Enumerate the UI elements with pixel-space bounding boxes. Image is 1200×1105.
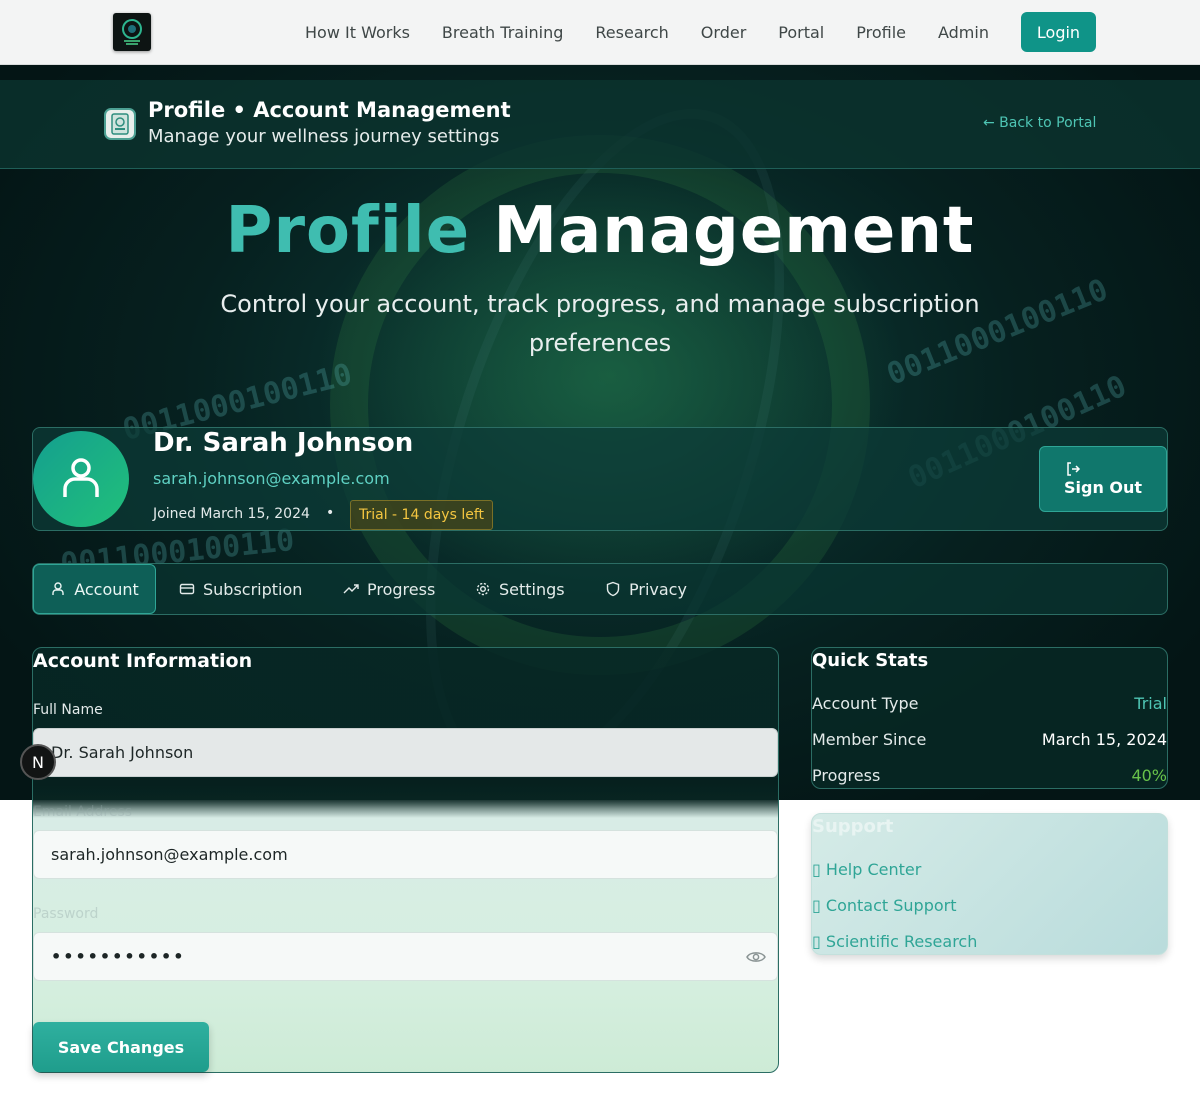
quick-stats-title: Quick Stats	[812, 650, 929, 671]
tab-subscription[interactable]: Subscription	[179, 564, 302, 614]
stat-label: Account Type	[812, 694, 919, 713]
sign-out-button[interactable]: Sign Out	[1039, 446, 1167, 512]
show-password-eye-icon[interactable]	[746, 948, 766, 970]
hero-title-accent: Profile	[225, 194, 471, 268]
stat-value: March 15, 2024	[1041, 730, 1167, 749]
password-label: Password	[33, 906, 99, 922]
support-link-contact-support[interactable]: ▯ Contact Support	[812, 896, 957, 915]
hero-title-rest: Management	[493, 194, 975, 268]
trending-up-icon	[343, 584, 359, 594]
save-changes-button[interactable]: Save Changes	[33, 1022, 209, 1072]
tab-progress[interactable]: Progress	[343, 564, 435, 614]
stat-row-member-since: Member Since March 15, 2024	[812, 730, 1167, 749]
nav-link-order[interactable]: Order	[701, 23, 746, 42]
profile-name: Dr. Sarah Johnson	[153, 428, 414, 458]
hero-title: Profile Management	[0, 194, 1200, 268]
support-link-scientific-research[interactable]: ▯ Scientific Research	[812, 932, 977, 951]
email-label: Email Address	[33, 804, 133, 820]
page-title: Profile • Account Management	[148, 98, 511, 122]
missing-glyph-icon: ▯	[812, 932, 821, 951]
brand-logo[interactable]	[113, 13, 151, 51]
stat-value: Trial	[1134, 694, 1167, 713]
account-information-title: Account Information	[33, 650, 253, 672]
page-subtitle: Manage your wellness journey settings	[148, 126, 500, 147]
password-input[interactable]: •••••••••••	[33, 932, 778, 981]
nav-link-how-it-works[interactable]: How It Works	[305, 23, 410, 42]
tab-settings[interactable]: Settings	[475, 564, 565, 614]
trial-status-badge: Trial - 14 days left	[350, 500, 493, 530]
nav-link-research[interactable]: Research	[595, 23, 668, 42]
separator-dot: •	[326, 505, 335, 521]
user-icon	[63, 458, 99, 497]
support-title: Support	[812, 816, 894, 837]
stat-row-progress: Progress 40%	[812, 766, 1167, 785]
hero-tagline: Control your account, track progress, an…	[220, 290, 980, 357]
dev-tools-badge[interactable]: N	[20, 744, 56, 780]
stat-value: 40%	[1131, 766, 1167, 785]
stat-label: Progress	[812, 766, 881, 785]
stat-label: Member Since	[812, 730, 927, 749]
gear-icon	[476, 582, 490, 596]
user-icon	[52, 582, 64, 595]
sign-out-label: Sign Out	[1064, 478, 1143, 497]
support-link-label: Help Center	[825, 860, 922, 879]
missing-glyph-icon: ▯	[812, 860, 821, 879]
nav-link-admin[interactable]: Admin	[938, 23, 989, 42]
nav-link-breath-training[interactable]: Breath Training	[442, 23, 563, 42]
login-button[interactable]: Login	[1021, 12, 1096, 52]
profile-joined-date: Joined March 15, 2024	[153, 506, 310, 522]
credit-card-icon	[179, 583, 195, 595]
shield-icon	[606, 581, 620, 597]
tab-label: Privacy	[629, 579, 687, 599]
top-navbar: How It Works Breath Training Research Or…	[0, 0, 1200, 65]
back-to-portal-link[interactable]: ← Back to Portal	[983, 115, 1096, 131]
full-name-label: Full Name	[33, 702, 103, 718]
scroll-fade-overlay	[33, 778, 778, 808]
avatar	[33, 431, 129, 527]
full-name-input[interactable]: Dr. Sarah Johnson	[33, 728, 778, 777]
header-logo-icon	[104, 108, 136, 140]
tab-label: Progress	[367, 579, 436, 599]
tab-label: Account	[74, 579, 139, 599]
tab-privacy[interactable]: Privacy	[605, 564, 687, 614]
missing-glyph-icon: ▯	[812, 896, 821, 915]
main-nav: How It Works Breath Training Research Or…	[305, 0, 1021, 65]
tab-label: Settings	[499, 579, 565, 599]
nav-link-profile[interactable]: Profile	[856, 23, 906, 42]
log-out-icon	[1067, 462, 1081, 476]
email-input[interactable]: sarah.johnson@example.com	[33, 830, 778, 879]
support-link-label: Scientific Research	[825, 932, 978, 951]
tab-label: Subscription	[203, 579, 303, 599]
support-link-help-center[interactable]: ▯ Help Center	[812, 860, 921, 879]
stat-row-account-type: Account Type Trial	[812, 694, 1167, 713]
nav-link-portal[interactable]: Portal	[778, 23, 824, 42]
support-link-label: Contact Support	[825, 896, 957, 915]
profile-email: sarah.johnson@example.com	[153, 469, 390, 488]
tab-account[interactable]: Account	[33, 564, 156, 614]
